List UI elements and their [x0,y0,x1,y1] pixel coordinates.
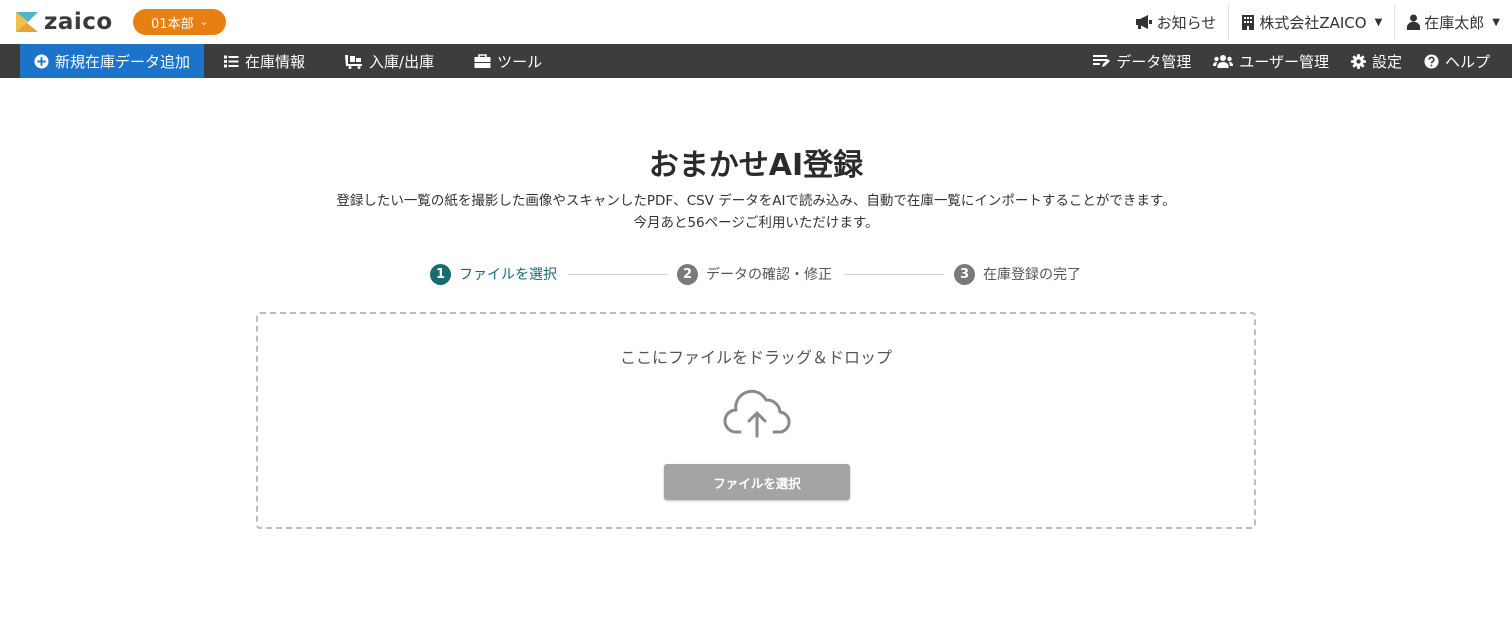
caret-down-icon: ▼ [1492,16,1500,28]
step-connector [568,274,668,275]
company-menu[interactable]: 株式会社ZAICO ▼ [1229,0,1394,44]
data-edit-icon [1093,55,1111,67]
nav-in-out[interactable]: 入庫/出庫 [325,44,454,78]
nav-help[interactable]: ヘルプ [1410,44,1498,78]
user-label: 在庫太郎 [1424,13,1485,32]
nav-label: ユーザー管理 [1239,52,1329,71]
top-right-menu: お知らせ 株式会社ZAICO ▼ 在庫太郎 ▼ [1123,0,1512,44]
nav-settings[interactable]: 設定 [1337,44,1410,78]
cart-icon [345,54,363,69]
step-number: 1 [430,263,451,285]
toolbox-icon [474,54,491,68]
nav-label: 新規在庫データ追加 [55,52,191,71]
main-nav: 新規在庫データ追加 在庫情報 入庫/出庫 ツール データ管理 ユーザー管理 設定… [0,44,1512,78]
user-menu[interactable]: 在庫太郎 ▼ [1395,0,1512,44]
step-label: ファイルを選択 [459,267,557,283]
step-1: 1 ファイルを選択 [430,262,557,286]
description-line: 登録したい一覧の紙を撮影した画像やスキャンしたPDF、CSV データをAIで読み… [336,193,1176,209]
step-number: 2 [677,263,698,285]
dropzone-label: ここにファイルをドラッグ＆ドロップ [619,348,892,367]
zaico-logo[interactable]: zaico [14,9,113,35]
building-icon [1242,15,1255,30]
branch-label: 01本部 [151,16,194,32]
top-header: zaico 01本部 ⌄ お知らせ 株式会社ZAICO ▼ 在庫太郎 ▼ [0,0,1512,44]
nav-inventory-info[interactable]: 在庫情報 [204,44,325,78]
nav-label: ツール [497,52,543,71]
notice-label: お知らせ [1156,13,1217,32]
gear-icon [1350,53,1366,69]
step-2: 2 データの確認・修正 [677,262,832,286]
description-line: 今月あと56ページご利用いただけます。 [633,215,879,231]
select-file-button[interactable]: ファイルを選択 [664,464,850,500]
step-label: 在庫登録の完了 [983,267,1081,283]
users-icon [1213,55,1234,68]
step-label: データの確認・修正 [706,267,832,283]
page-description: 登録したい一覧の紙を撮影した画像やスキャンしたPDF、CSV データをAIで読み… [0,190,1512,234]
nav-right: データ管理 ユーザー管理 設定 ヘルプ [1079,44,1498,78]
file-dropzone[interactable]: ここにファイルをドラッグ＆ドロップ ファイルを選択 [256,312,1256,529]
step-indicator: 1 ファイルを選択 2 データの確認・修正 3 在庫登録の完了 [430,262,1090,286]
logo-text: zaico [44,9,113,35]
nav-add-inventory[interactable]: 新規在庫データ追加 [20,44,205,78]
nav-label: 設定 [1371,52,1402,71]
nav-label: ヘルプ [1444,52,1490,71]
plus-circle-icon [34,53,49,69]
step-3: 3 在庫登録の完了 [954,262,1081,286]
step-connector [844,274,944,275]
nav-data-management[interactable]: データ管理 [1079,44,1199,78]
branch-selector[interactable]: 01本部 ⌄ [133,9,226,35]
nav-label: 入庫/出庫 [369,52,435,71]
nav-left: 新規在庫データ追加 在庫情報 入庫/出庫 ツール [20,44,562,78]
chevron-down-icon: ⌄ [199,16,208,28]
question-circle-icon [1424,53,1439,69]
page-title: おまかせAI登録 [648,148,864,183]
nav-user-management[interactable]: ユーザー管理 [1199,44,1337,78]
company-label: 株式会社ZAICO [1259,13,1367,32]
user-icon [1407,14,1421,30]
list-icon [224,55,239,67]
nav-tools[interactable]: ツール [454,44,562,78]
megaphone-icon [1135,15,1152,29]
nav-label: 在庫情報 [245,52,306,71]
caret-down-icon: ▼ [1374,16,1383,28]
step-number: 3 [954,263,975,285]
nav-label: データ管理 [1116,52,1192,71]
cloud-upload-icon [723,389,791,438]
notice-link[interactable]: お知らせ [1123,0,1229,44]
zaico-logo-icon [16,12,38,32]
